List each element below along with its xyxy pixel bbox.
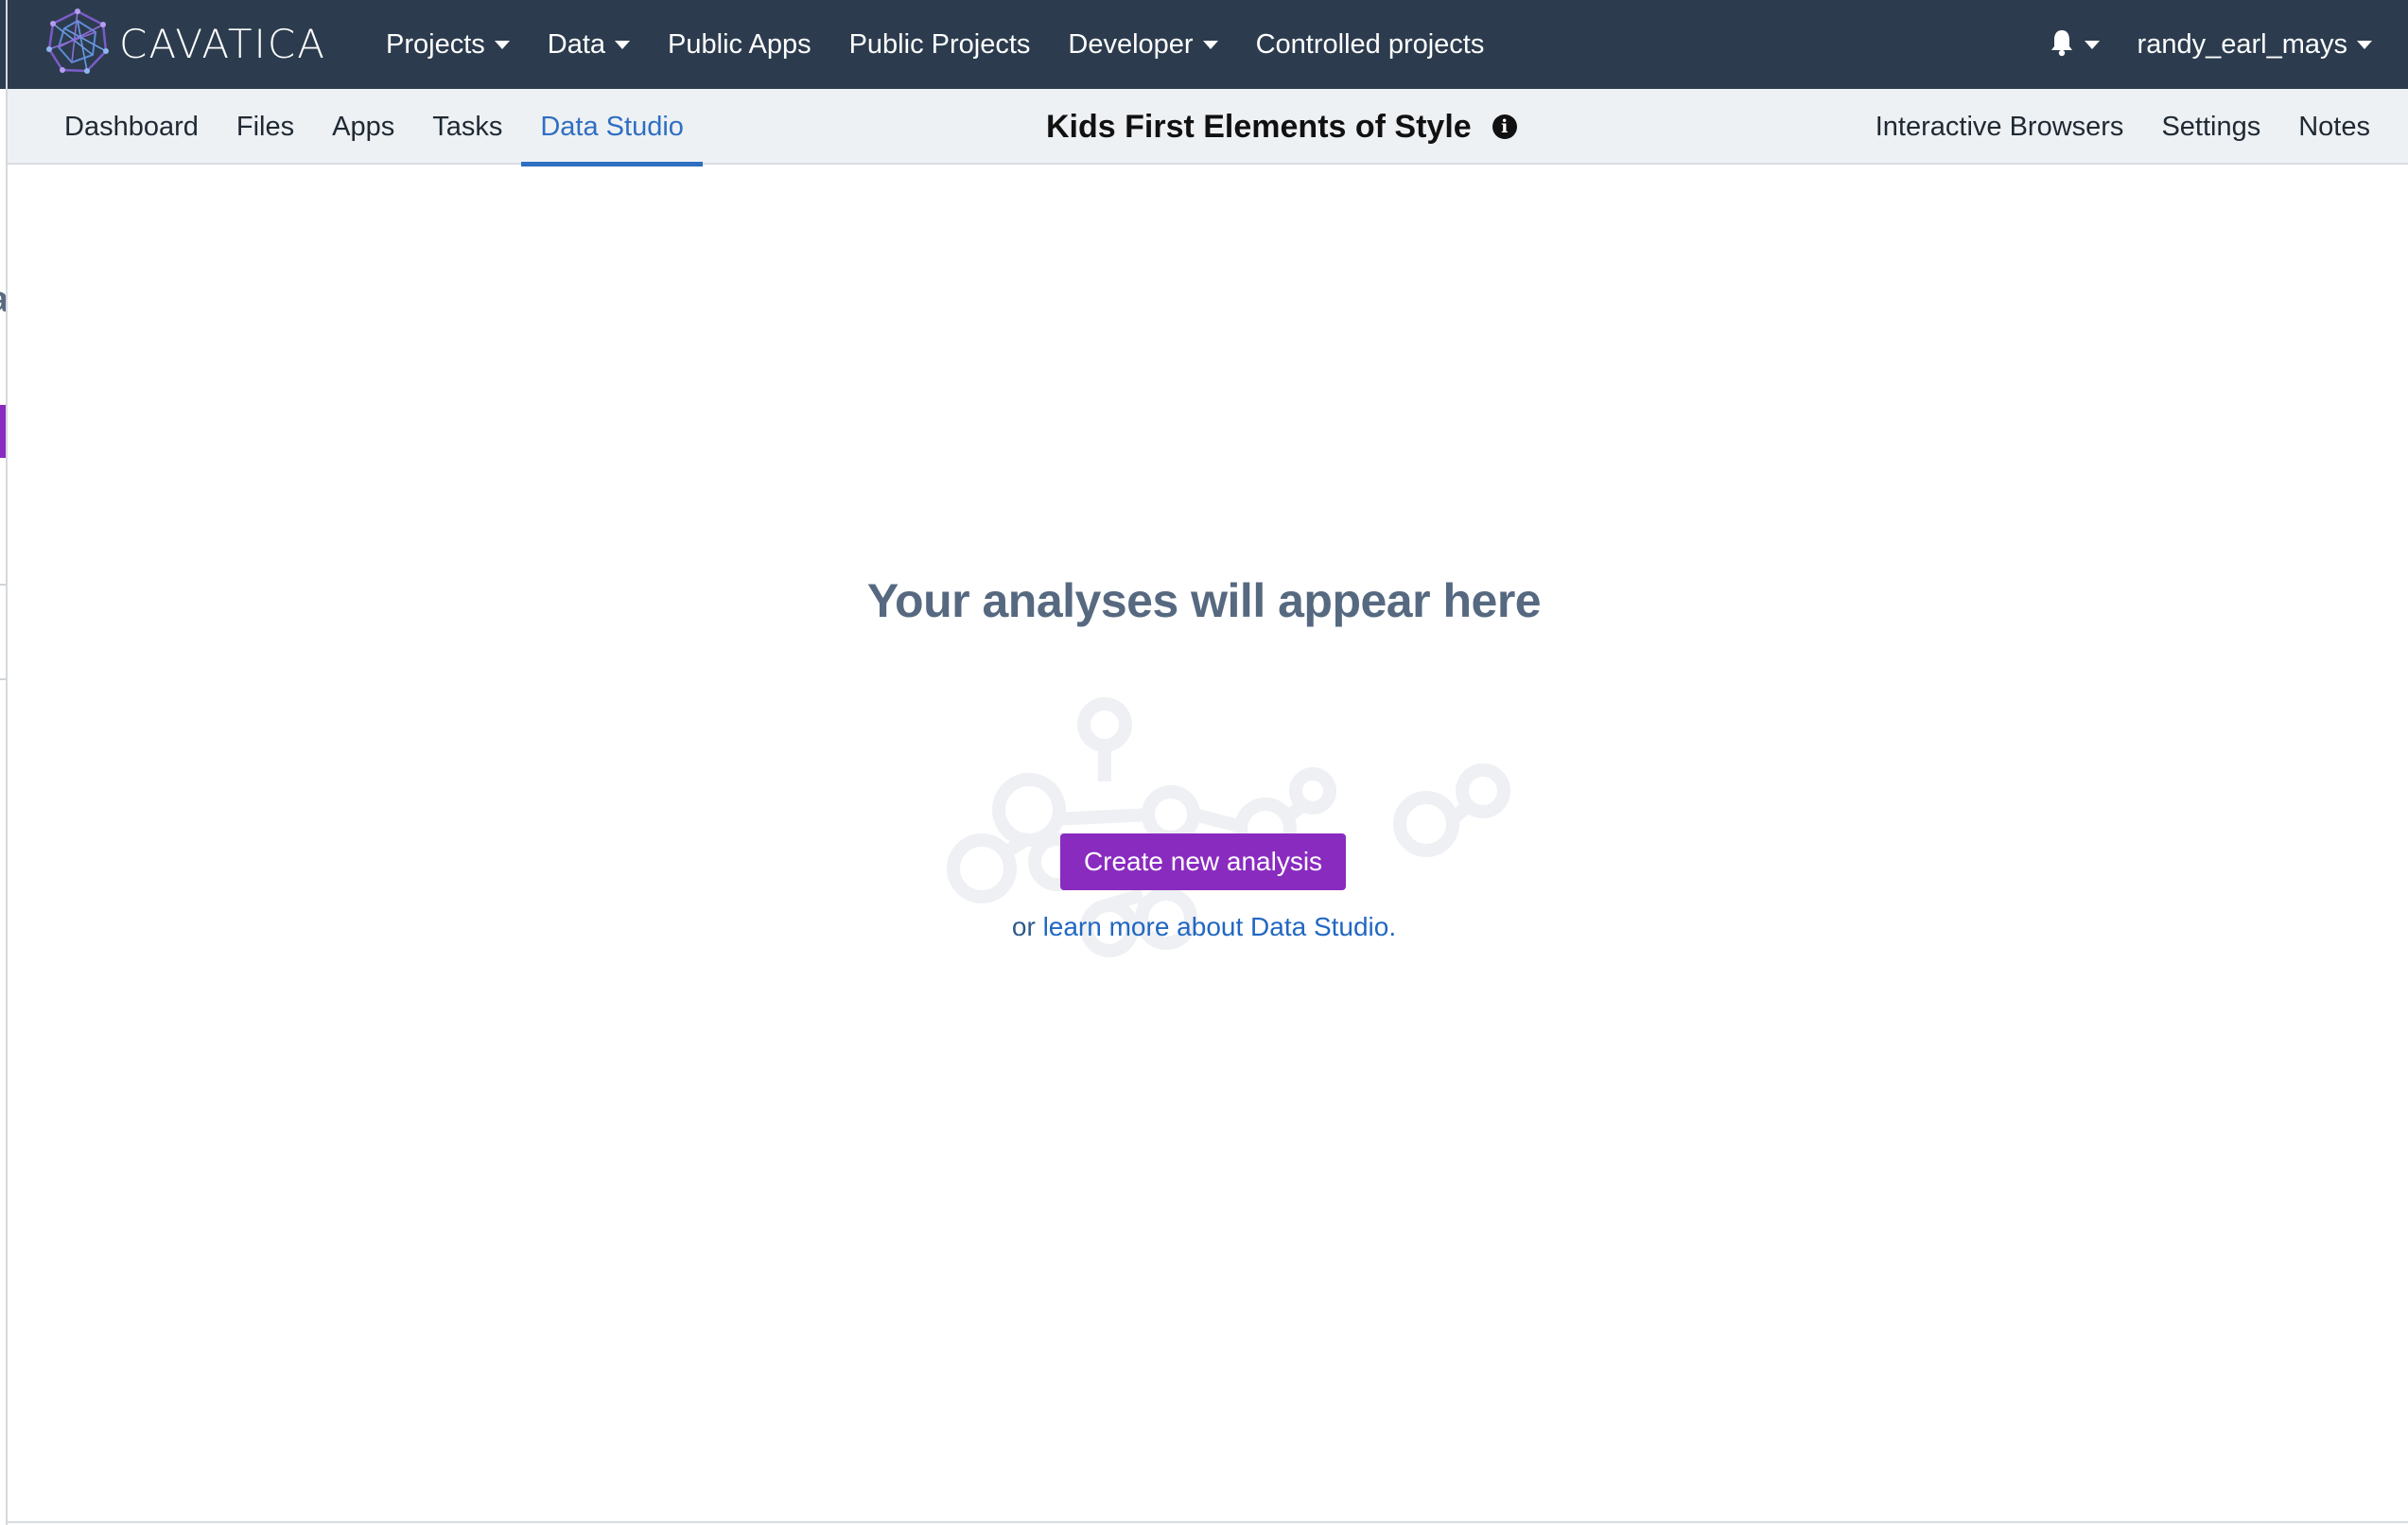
caret-down-icon <box>2357 40 2372 49</box>
tab-dashboard[interactable]: Dashboard <box>45 89 218 165</box>
create-new-analysis-button[interactable]: Create new analysis <box>1060 833 1346 890</box>
link-notes[interactable]: Notes <box>2298 112 2370 143</box>
cavatica-logo-icon <box>44 8 112 80</box>
project-secondary-links: Interactive Browsers Settings Notes <box>1857 89 2389 165</box>
page: a n a <box>0 0 2408 1525</box>
divider <box>8 1521 2408 1523</box>
brand-logo[interactable]: CAVATICA <box>44 8 326 80</box>
empty-state-title: Your analyses will appear here <box>866 574 1542 627</box>
nav-public-projects[interactable]: Public Projects <box>849 29 1031 61</box>
project-tabs: Dashboard Files Apps Tasks Data Studio <box>45 89 703 167</box>
link-interactive-browsers[interactable]: Interactive Browsers <box>1876 112 2124 143</box>
tab-files[interactable]: Files <box>218 89 313 165</box>
caret-down-icon <box>615 40 631 49</box>
learn-more-suffix: . <box>1388 912 1397 941</box>
caret-down-icon <box>2084 40 2100 49</box>
caret-down-icon <box>494 40 510 49</box>
tab-tasks[interactable]: Tasks <box>413 89 521 165</box>
nav-item-label: Developer <box>1068 28 1194 60</box>
nav-item-label: Projects <box>386 28 485 60</box>
nav-projects-dropdown[interactable]: Projects <box>386 29 510 61</box>
project-navbar: Dashboard Files Apps Tasks Data Studio K… <box>8 89 2408 167</box>
learn-more-prefix: or <box>1011 912 1036 941</box>
top-navbar: CAVATICA Projects Data Public Apps Publi… <box>8 0 2408 89</box>
info-icon[interactable]: i <box>1492 114 1517 139</box>
user-area: randy_earl_mays <box>2049 0 2408 89</box>
project-title-area: Kids First Elements of Style i <box>1046 89 1517 165</box>
nav-public-apps[interactable]: Public Apps <box>668 29 811 61</box>
project-title: Kids First Elements of Style <box>1046 108 1472 145</box>
learn-more-text: or learn more about Data Studio. <box>0 912 2408 942</box>
user-menu-dropdown[interactable]: randy_earl_mays <box>2138 29 2372 61</box>
nav-item-label: Public Projects <box>848 28 1031 60</box>
nav-item-label: Controlled projects <box>1255 28 1485 60</box>
background-window-sliver: a n a <box>0 0 8 1525</box>
brand-name: CAVATICA <box>119 20 326 67</box>
notifications-dropdown[interactable] <box>2049 28 2100 61</box>
nav-controlled-projects[interactable]: Controlled projects <box>1256 29 1485 61</box>
link-settings[interactable]: Settings <box>2161 112 2260 143</box>
learn-more-link[interactable]: learn more about Data Studio <box>1043 912 1389 941</box>
nav-item-label: Public Apps <box>668 28 811 60</box>
data-studio-empty-state: Your analyses will appear here Create ne… <box>8 165 2408 1523</box>
username: randy_earl_mays <box>2137 28 2347 60</box>
main-menu: Projects Data Public Apps Public Project… <box>386 0 1522 89</box>
nav-item-label: Data <box>547 28 606 60</box>
tab-data-studio[interactable]: Data Studio <box>521 89 703 167</box>
caret-down-icon <box>1202 40 1218 49</box>
tab-apps[interactable]: Apps <box>313 89 413 165</box>
bell-icon <box>2049 28 2075 61</box>
nav-developer-dropdown[interactable]: Developer <box>1068 28 1218 61</box>
nav-data-dropdown[interactable]: Data <box>547 28 631 61</box>
